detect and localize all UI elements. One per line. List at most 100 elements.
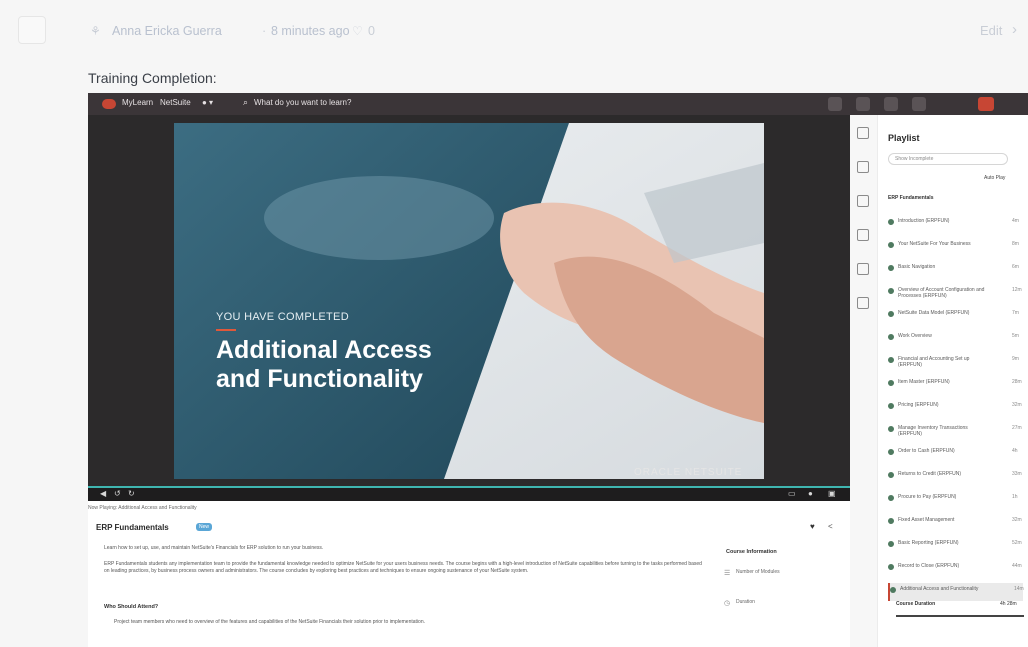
chat-tab-icon[interactable] xyxy=(857,297,869,309)
chevron-right-icon[interactable]: › xyxy=(1012,21,1017,38)
playlist-item[interactable]: Basic Navigation 6m xyxy=(888,261,1023,279)
video-player[interactable]: YOU HAVE COMPLETED Additional Access and… xyxy=(88,115,850,501)
playlist-item[interactable]: Returns to Credit (ERPFUN) 33m xyxy=(888,468,1023,486)
resources-tab-icon[interactable] xyxy=(857,195,869,207)
playlist-item-label: Pricing (ERPFUN) xyxy=(898,402,939,408)
completed-check-icon xyxy=(888,311,894,317)
course-summary: Learn how to set up, use, and maintain N… xyxy=(104,545,324,551)
playlist-item[interactable]: Manage Inventory Transactions (ERPFUN) 27… xyxy=(888,422,1023,440)
autoplay-toggle[interactable]: Auto Play xyxy=(984,175,1005,181)
bookmark-icon[interactable] xyxy=(884,97,898,111)
playlist-item-duration: 6m xyxy=(1012,264,1019,270)
page: ⚘ Anna Ericka Guerra · 8 minutes ago ♡ 0… xyxy=(0,0,1028,647)
course-duration-bar xyxy=(896,615,1024,617)
course-duration-label: Course Duration xyxy=(896,601,936,607)
playlist-item-label: Overview of Account Configuration and Pr… xyxy=(898,287,985,299)
course-description: ERP Fundamentals students any implementa… xyxy=(104,561,702,574)
profile-icon[interactable] xyxy=(856,97,870,111)
captions-icon[interactable]: ▭ xyxy=(788,489,796,498)
topbar-icons xyxy=(828,97,926,111)
playlist-item[interactable]: Record to Close (ERPFUN) 44m xyxy=(888,560,1023,578)
new-badge: New xyxy=(196,523,213,531)
playlist-item[interactable]: Basic Reporting (ERPFUN) 52m xyxy=(888,537,1023,555)
playlist-item[interactable]: Overview of Account Configuration and Pr… xyxy=(888,284,1023,302)
course-info-heading: Course Information xyxy=(726,549,777,555)
completed-check-icon xyxy=(888,265,894,271)
heart-icon[interactable]: ♥ xyxy=(810,522,815,531)
playlist-item-label: Manage Inventory Transactions (ERPFUN) xyxy=(898,425,968,437)
completed-check-icon xyxy=(888,357,894,363)
completed-check-icon xyxy=(888,334,894,340)
post-header: ⚘ Anna Ericka Guerra · 8 minutes ago ♡ 0… xyxy=(0,0,1028,64)
brand-name[interactable]: MyLearn xyxy=(122,98,153,107)
playlist-item[interactable]: Introduction (ERPFUN) 4m xyxy=(888,215,1023,233)
playlist-item[interactable]: Order to Cash (ERPFUN) 4h xyxy=(888,445,1023,463)
oracle-netsuite-logo: ORACLE NETSUITE xyxy=(634,467,743,478)
playlist-item[interactable]: NetSuite Data Model (ERPFUN) 7m xyxy=(888,307,1023,325)
player-controls[interactable]: ◀ ↺ ↻ ▭ ● ▣ xyxy=(88,486,850,501)
post-separator: · xyxy=(262,24,267,38)
playlist-item[interactable]: Fixed Asset Management 32m xyxy=(888,514,1023,532)
playlist-item[interactable]: Item Master (ERPFUN) 28m xyxy=(888,376,1023,394)
playlist-item-label: Introduction (ERPFUN) xyxy=(898,218,950,224)
forward-icon[interactable]: ↻ xyxy=(128,489,135,498)
bell-icon[interactable] xyxy=(912,97,926,111)
post-time: 8 minutes ago xyxy=(271,24,350,38)
app-topbar: MyLearn NetSuite ● ▾ ⌕ What do you want … xyxy=(88,93,1028,115)
user-avatar[interactable] xyxy=(978,97,994,111)
share-icon[interactable]: < xyxy=(828,522,833,531)
post-author[interactable]: Anna Ericka Guerra xyxy=(112,24,222,38)
playlist-item-label: Financial and Accounting Set up (ERPFUN) xyxy=(898,356,970,368)
accent-bar xyxy=(216,329,236,331)
playlist-item[interactable]: Financial and Accounting Set up (ERPFUN)… xyxy=(888,353,1023,371)
post-author-avatar[interactable] xyxy=(18,16,46,44)
like-icon[interactable]: ♡ xyxy=(352,24,363,38)
playlist-tab-icon[interactable] xyxy=(857,127,869,139)
playlist-item-duration: 9m xyxy=(1012,356,1019,362)
fullscreen-icon[interactable]: ▣ xyxy=(828,489,836,498)
playlist-item[interactable]: Work Overview 5m xyxy=(888,330,1023,348)
completion-slide: YOU HAVE COMPLETED Additional Access and… xyxy=(174,123,764,479)
playlist-filter[interactable]: Show Incomplete xyxy=(888,153,1008,165)
home-icon[interactable] xyxy=(828,97,842,111)
playlist-item[interactable]: Additional Access and Functionality 14m xyxy=(888,583,1024,601)
product-name[interactable]: NetSuite xyxy=(160,98,191,107)
playlist-item-duration: 33m xyxy=(1012,471,1022,477)
playlist-item-label: Fixed Asset Management xyxy=(898,517,955,523)
playlist-item-label: Returns to Credit (ERPFUN) xyxy=(898,471,962,477)
section-title: Training Completion: xyxy=(88,70,217,86)
playlist-item-duration: 52m xyxy=(1012,540,1022,546)
slide-title: Additional Access and Functionality xyxy=(216,336,432,393)
playlist-item-duration: 8m xyxy=(1012,241,1019,247)
edit-button[interactable]: Edit xyxy=(980,23,1002,38)
completed-check-icon xyxy=(888,564,894,570)
playlist-item-label: Procure to Pay (ERPFUN) xyxy=(898,494,957,500)
slide-background xyxy=(174,123,764,479)
who-should-attend: Who Should Attend? xyxy=(104,604,159,610)
playlist-item[interactable]: Pricing (ERPFUN) 32m xyxy=(888,399,1023,417)
video-progress-bar[interactable] xyxy=(88,486,850,488)
completed-check-icon xyxy=(888,219,894,225)
playlist-title: Playlist xyxy=(888,133,920,143)
now-playing: Now Playing: Additional Access and Funct… xyxy=(88,505,197,511)
playlist-item-duration: 4m xyxy=(1012,218,1019,224)
settings-icon[interactable]: ● xyxy=(808,489,813,498)
playlist-item[interactable]: Procure to Pay (ERPFUN) 1h xyxy=(888,491,1023,509)
completed-check-icon xyxy=(888,288,894,294)
globe-icon[interactable]: ● ▾ xyxy=(202,98,213,107)
document-tab-icon[interactable] xyxy=(857,263,869,275)
notes-tab-icon[interactable] xyxy=(857,161,869,173)
play-icon[interactable]: ◀ xyxy=(100,489,106,498)
playlist-section[interactable]: ERP Fundamentals xyxy=(888,195,933,201)
oracle-logo-icon xyxy=(102,99,116,109)
playlist-item-label: Additional Access and Functionality xyxy=(900,586,979,592)
playlist-item[interactable]: Your NetSuite For Your Business 8m xyxy=(888,238,1023,256)
search-input[interactable]: What do you want to learn? xyxy=(254,98,351,107)
playlist-item-label: Basic Reporting (ERPFUN) xyxy=(898,540,959,546)
author-avatar-icon: ⚘ xyxy=(90,24,101,38)
completed-check-icon xyxy=(888,242,894,248)
playlist-item-label: Basic Navigation xyxy=(898,264,936,270)
playlist-item-duration: 14m xyxy=(1014,586,1024,592)
rewind-icon[interactable]: ↺ xyxy=(114,489,121,498)
labs-tab-icon[interactable] xyxy=(857,229,869,241)
